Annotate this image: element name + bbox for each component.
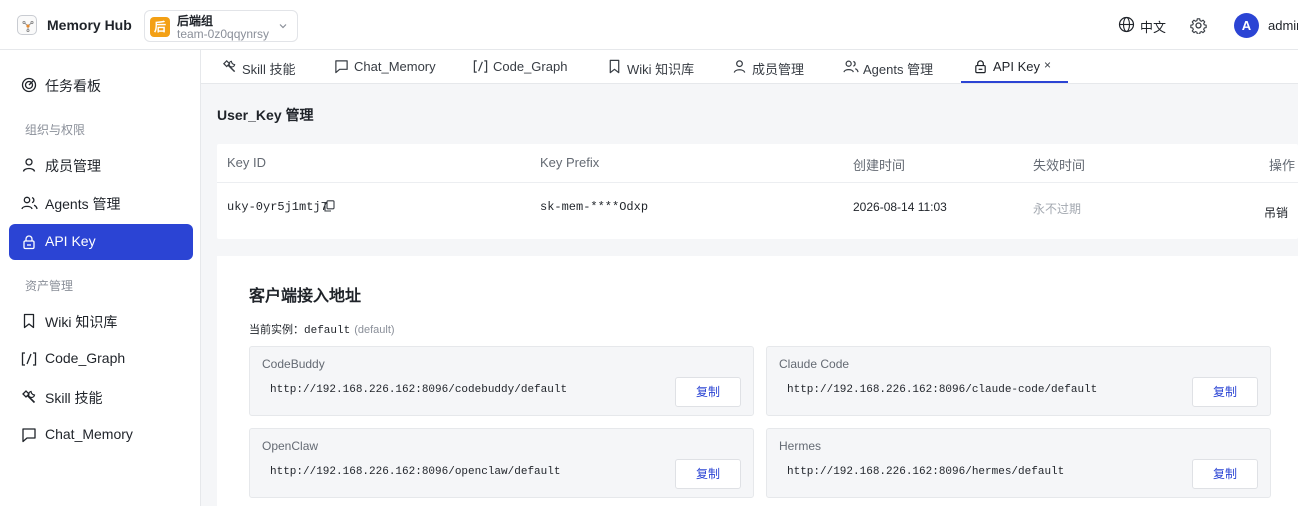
sidebar-item-code-graph[interactable]: Code_Graph <box>9 341 193 377</box>
tab-label: Skill 技能 <box>242 62 296 77</box>
key-prefix: sk-mem-****Odxp <box>540 200 649 214</box>
endpoint-url: http://192.168.226.162:8096/openclaw/def… <box>270 466 561 478</box>
chat-icon <box>335 60 348 74</box>
section-title: User_Key 管理 <box>217 107 314 123</box>
users-icon <box>21 196 38 210</box>
dashboard-icon <box>21 77 37 93</box>
endpoint-name: Hermes <box>779 439 822 453</box>
sidebar-item-members[interactable]: 成员管理 <box>9 147 193 183</box>
key-table: Key ID Key Prefix 创建时间 失效时间 操作 uky-0yr5j… <box>217 144 1298 239</box>
brand-logo-icon <box>17 15 37 35</box>
endpoint-card: CodeBuddy http://192.168.226.162:8096/co… <box>249 346 754 416</box>
sidebar-item-label: Wiki 知识库 <box>45 314 118 330</box>
endpoint-url: http://192.168.226.162:8096/hermes/defau… <box>787 466 1065 478</box>
sidebar-item-label: API Key <box>45 233 96 249</box>
instance-hint: (default) <box>354 324 395 336</box>
gear-icon[interactable] <box>1190 17 1207 34</box>
endpoint-name: OpenClaw <box>262 439 319 453</box>
sidebar-item-api-key[interactable]: API Key <box>9 224 193 260</box>
created-time: 2026-08-14 11:03 <box>853 200 947 214</box>
active-tab-indicator <box>961 81 1068 83</box>
client-endpoints-card: 客户端接入地址 当前实例：default (default) CodeBuddy … <box>217 256 1298 506</box>
instance-value: default <box>304 325 351 337</box>
user-name[interactable]: admin <box>1268 18 1298 33</box>
team-switcher[interactable]: 后 后端组 team-0z0qqynrsy <box>144 10 298 42</box>
top-bar: Memory Hub 后 后端组 team-0z0qqynrsy 中文 A ad… <box>0 0 1298 50</box>
endpoint-card: Claude Code http://192.168.226.162:8096/… <box>766 346 1271 416</box>
copy-button[interactable]: 复制 <box>675 377 741 407</box>
team-id: team-0z0qqynrsy <box>177 27 270 41</box>
tab-label: API Key <box>993 59 1040 74</box>
sidebar-item-label: 任务看板 <box>45 78 101 94</box>
endpoint-card: OpenClaw http://192.168.226.162:8096/ope… <box>249 428 754 498</box>
chevron-down-icon <box>279 24 287 29</box>
sidebar-item-wiki[interactable]: Wiki 知识库 <box>9 303 193 339</box>
current-instance: 当前实例：default (default) <box>249 321 395 337</box>
column-header: 操作 <box>1269 158 1296 173</box>
tab-label: Agents 管理 <box>863 62 934 77</box>
column-header: Key ID <box>227 155 267 170</box>
chat-icon <box>22 428 36 443</box>
lock-icon <box>23 235 35 250</box>
sidebar-item-agents[interactable]: Agents 管理 <box>9 185 193 221</box>
table-divider <box>217 182 1298 183</box>
endpoint-card: Hermes http://192.168.226.162:8096/herme… <box>766 428 1271 498</box>
close-icon[interactable]: × <box>1044 58 1051 72</box>
brand-title: Memory Hub <box>47 17 132 33</box>
key-id: uky-0yr5j1mtj7 <box>227 200 328 214</box>
globe-icon <box>1118 16 1135 33</box>
tab-label: 成员管理 <box>752 62 805 77</box>
sidebar-item-label: 成员管理 <box>45 158 101 174</box>
copy-icon[interactable] <box>324 200 335 212</box>
tools-icon <box>22 390 36 404</box>
sidebar-group-assets: 资产管理 <box>25 279 74 293</box>
endpoint-name: Claude Code <box>779 357 850 371</box>
endpoint-url: http://192.168.226.162:8096/codebuddy/de… <box>270 384 568 396</box>
column-header: 创建时间 <box>853 158 906 173</box>
copy-button[interactable]: 复制 <box>675 459 741 489</box>
tab-label: Code_Graph <box>493 59 568 74</box>
bookmark-icon <box>23 313 35 329</box>
sidebar-item-label: Chat_Memory <box>45 426 133 442</box>
client-title: 客户端接入地址 <box>249 288 362 305</box>
sidebar: 任务看板 组织与权限 成员管理 Agents 管理 API Key 资产管理 W <box>0 50 201 506</box>
endpoint-url: http://192.168.226.162:8096/claude-code/… <box>787 384 1098 396</box>
tab-bar: Skill 技能 Chat_Memory Code_Graph Wiki 知识库… <box>201 50 1298 84</box>
code-brackets-icon <box>473 60 488 73</box>
sidebar-item-task-board[interactable]: 任务看板 <box>9 67 193 103</box>
tools-icon <box>223 60 236 73</box>
bookmark-icon <box>609 59 620 74</box>
lock-icon <box>975 60 986 74</box>
endpoint-name: CodeBuddy <box>262 357 325 371</box>
users-icon <box>843 60 859 73</box>
sidebar-item-skill[interactable]: Skill 技能 <box>9 379 193 415</box>
sidebar-group-org: 组织与权限 <box>25 123 86 137</box>
copy-button[interactable]: 复制 <box>1192 377 1258 407</box>
language-label: 中文 <box>1140 20 1167 35</box>
tab-label: Chat_Memory <box>354 59 436 74</box>
user-icon <box>22 158 36 172</box>
sidebar-item-chat-memory[interactable]: Chat_Memory <box>9 417 193 453</box>
team-badge: 后 <box>150 17 170 37</box>
avatar[interactable]: A <box>1234 13 1259 38</box>
instance-label: 当前实例： <box>249 324 304 336</box>
sidebar-item-label: Code_Graph <box>45 350 126 366</box>
column-header: 失效时间 <box>1033 158 1086 173</box>
revoke-button[interactable]: 吊销 <box>1264 204 1288 221</box>
code-brackets-icon <box>21 352 37 366</box>
user-icon <box>733 60 746 73</box>
sidebar-item-label: Agents 管理 <box>45 196 121 212</box>
sidebar-item-label: Skill 技能 <box>45 390 103 406</box>
tab-label: Wiki 知识库 <box>627 62 695 77</box>
column-header: Key Prefix <box>540 155 600 170</box>
copy-button[interactable]: 复制 <box>1192 459 1258 489</box>
expire-time: 永不过期 <box>1033 202 1082 216</box>
